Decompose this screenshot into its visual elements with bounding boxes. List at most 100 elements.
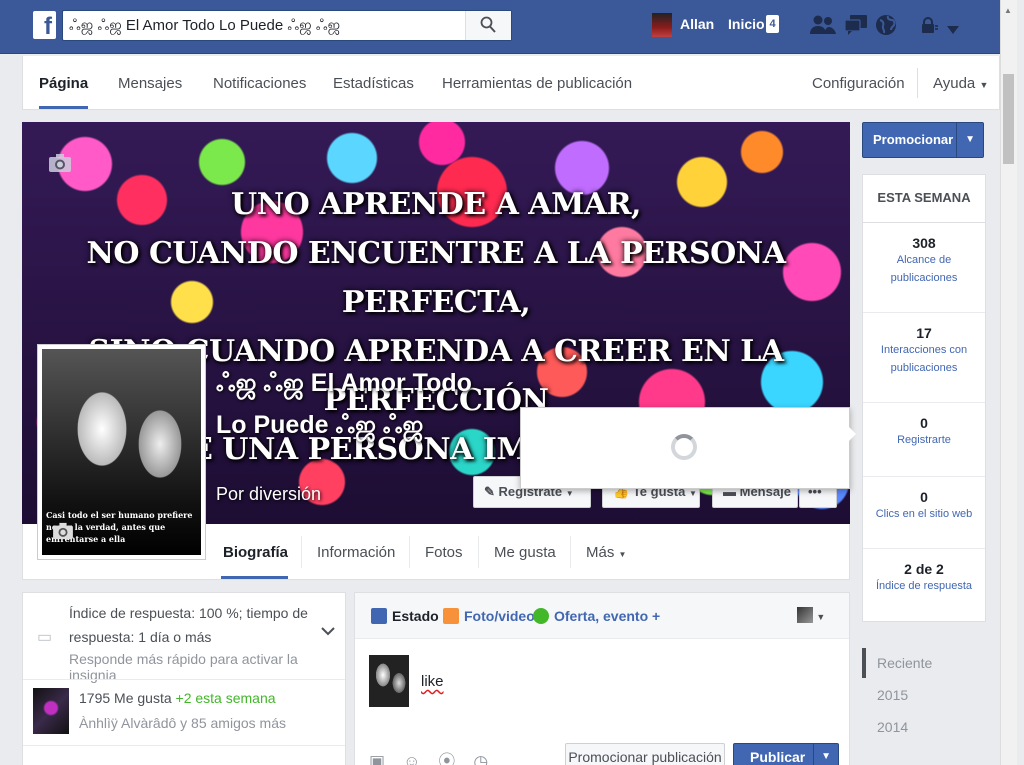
stat-value: 0: [920, 415, 928, 431]
year-2015[interactable]: 2015: [877, 687, 908, 703]
chevron-down-icon[interactable]: ▼: [965, 123, 975, 157]
promote-button-label: Promocionar: [873, 132, 954, 147]
stat-website-clicks[interactable]: 0 Clics en el sitio web: [863, 489, 985, 549]
home-count-badge: 4: [766, 15, 779, 33]
nav-help-label: Ayuda: [933, 75, 976, 92]
this-week-title: ESTA SEMANA: [863, 175, 985, 223]
tab-likes[interactable]: Me gusta: [494, 544, 556, 561]
chevron-down-icon[interactable]: [321, 623, 335, 639]
composer-tab-status[interactable]: Estado: [371, 608, 439, 624]
page-admin-nav: Página Mensajes Notificaciones Estadísti…: [22, 56, 1000, 110]
home-link[interactable]: Inicio: [728, 16, 765, 32]
tab-more[interactable]: Más ▼: [586, 544, 626, 561]
search-query: ஃஜ ஃஜ El Amor Todo Lo Puede ஃஜ ஃஜ: [69, 17, 341, 34]
nav-statistics[interactable]: Estadísticas: [333, 75, 414, 92]
stat-label: Interacciones con publicaciones: [880, 344, 968, 374]
stat-engagement[interactable]: 17 Interacciones con publicaciones: [863, 325, 985, 403]
response-card: ▭ Índice de respuesta: 100 %; tiempo de …: [22, 592, 346, 765]
user-avatar[interactable]: [652, 13, 672, 37]
tab-divider: [409, 536, 410, 568]
chat-bubble-icon: ▭: [37, 629, 53, 646]
privacy-lock-icon[interactable]: [920, 16, 938, 40]
stat-label: Alcance de publicaciones: [890, 254, 958, 284]
cover-quote-line: UNO APRENDE A AMAR,: [231, 187, 641, 222]
tab-timeline[interactable]: Biografía: [223, 544, 288, 561]
boost-post-button[interactable]: Promocionar publicación: [565, 743, 725, 765]
tab-divider: [301, 536, 302, 568]
composer-tools: ▣☺⦿◷: [369, 747, 506, 765]
composer-tab-status-label: Estado: [392, 608, 439, 624]
composer-tab-photo[interactable]: Foto/video: [443, 608, 535, 624]
profile-camera-icon[interactable]: [52, 522, 74, 543]
tab-photos[interactable]: Fotos: [425, 544, 463, 561]
tab-divider: [570, 536, 571, 568]
popup-arrow: [848, 426, 856, 442]
stat-value: 2 de 2: [904, 561, 944, 577]
stat-signups[interactable]: 0 Registrarte: [863, 415, 985, 477]
user-name-link[interactable]: Allan: [680, 16, 714, 32]
pencil-icon: ✎: [484, 484, 495, 499]
chevron-down-icon[interactable]: ▼: [821, 744, 831, 765]
button-divider: [956, 123, 957, 157]
chevron-down-icon: ▼: [618, 550, 627, 559]
stat-reach[interactable]: 308 Alcance de publicaciones: [863, 235, 985, 313]
offer-icon: [533, 608, 549, 624]
composer-tab-offer[interactable]: Oferta, evento +: [533, 608, 660, 624]
nav-messages[interactable]: Mensajes: [118, 75, 182, 92]
messages-icon[interactable]: [844, 14, 868, 38]
post-as-selector[interactable]: ▼: [797, 607, 825, 623]
composer-tabs: Estado Foto/video Oferta, evento + ▼: [355, 593, 849, 639]
year-2014[interactable]: 2014: [877, 719, 908, 735]
facebook-logo-icon[interactable]: f: [33, 11, 56, 39]
camera-icon[interactable]: [48, 153, 72, 176]
friends-icon[interactable]: [810, 14, 836, 38]
page-avatar-icon: [797, 607, 813, 623]
response-rate-text: Índice de respuesta: 100 %; tiempo de re…: [69, 605, 308, 645]
loading-spinner-icon: [671, 434, 697, 460]
chevron-down-icon: ▼: [565, 489, 574, 498]
year-recent[interactable]: Reciente: [877, 655, 932, 671]
composer-tab-offer-label: Oferta, evento +: [554, 608, 661, 624]
globe-icon[interactable]: [875, 14, 897, 38]
promote-button[interactable]: Promocionar ▼: [862, 122, 984, 158]
chevron-down-icon: ▼: [688, 489, 697, 498]
nav-divider: [917, 68, 918, 98]
nav-settings[interactable]: Configuración: [812, 75, 905, 92]
nav-notifications[interactable]: Notificaciones: [213, 75, 306, 92]
account-menu-icon[interactable]: [946, 18, 960, 42]
scroll-up-arrow-icon[interactable]: ▲: [1004, 6, 1012, 15]
clock-icon[interactable]: ◷: [473, 752, 506, 765]
camera-icon[interactable]: ▣: [369, 752, 403, 765]
search-button[interactable]: [465, 11, 511, 40]
nav-publishing-tools[interactable]: Herramientas de publicación: [442, 75, 632, 92]
tab-more-label: Más: [586, 544, 615, 561]
publish-button[interactable]: Publicar ▼: [733, 743, 839, 765]
tab-info[interactable]: Información: [317, 544, 395, 561]
cover-quote-line: NO CUANDO ENCUENTRE A LA PERSONA PERFECT…: [86, 236, 786, 320]
composer-text-input[interactable]: like: [421, 673, 444, 690]
timeline-active-indicator: [221, 576, 288, 579]
composer-avatar: [369, 655, 409, 707]
nav-page[interactable]: Página: [39, 75, 88, 92]
stat-response-rate[interactable]: 2 de 2 Índice de respuesta: [863, 561, 985, 619]
emoji-icon[interactable]: ☺: [403, 752, 438, 765]
stat-value: 308: [912, 235, 936, 251]
page-name-title[interactable]: ஃஜ ஃஜ El Amor Todo Lo Puede ஃஜ ஃஜ: [216, 362, 496, 446]
loading-popup: [520, 407, 850, 489]
likes-count[interactable]: 1795 Me gusta +2 esta semana: [79, 690, 276, 706]
page-category[interactable]: Por diversión: [216, 484, 321, 505]
scroll-thumb[interactable]: [1003, 74, 1014, 164]
divider: [23, 745, 345, 746]
tab-divider: [478, 536, 479, 568]
location-pin-icon[interactable]: ⦿: [438, 752, 473, 765]
liker-avatar[interactable]: [33, 688, 69, 734]
likes-total: 1795 Me gusta: [79, 690, 172, 706]
nav-help[interactable]: Ayuda ▼: [933, 75, 988, 92]
button-divider: [813, 744, 814, 765]
friends-who-like[interactable]: Ànhlìÿ Alvàrâdô y 85 amigos más: [79, 715, 286, 731]
stat-label: Registrarte: [897, 434, 951, 446]
stat-label: Índice de respuesta: [875, 580, 972, 592]
search-input[interactable]: ஃஜ ஃஜ El Amor Todo Lo Puede ஃஜ ஃஜ: [62, 10, 512, 41]
likes-weekly-delta: +2 esta semana: [175, 690, 276, 706]
divider: [23, 679, 345, 680]
